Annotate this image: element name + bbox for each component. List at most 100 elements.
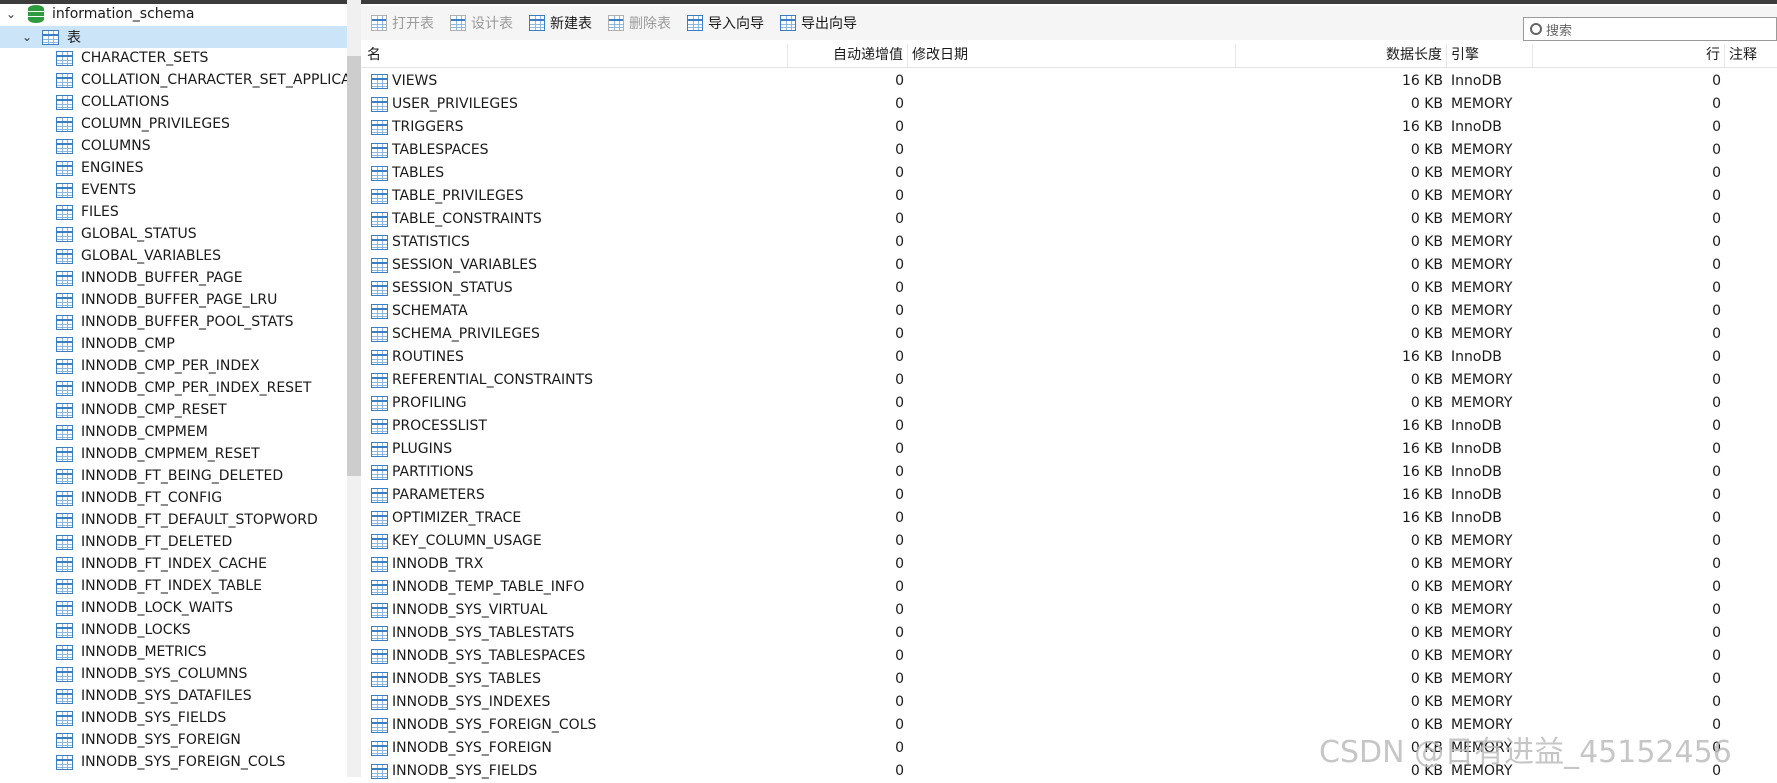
column-header-auto-increment[interactable]: 自动递增值 [788,44,908,67]
sidebar-scrollbar-thumb[interactable] [347,56,361,476]
cell-name: PROCESSLIST [371,415,487,438]
sidebar-table-item[interactable]: INNODB_FT_CONFIG [56,487,222,509]
sidebar-table-item[interactable]: INNODB_LOCK_WAITS [56,597,233,619]
cell-data-length: 0 KB [1410,372,1443,388]
table-row[interactable]: STATISTICS 0 0 KB MEMORY 0 [361,231,1777,254]
sidebar-table-item[interactable]: INNODB_BUFFER_PAGE_LRU [56,289,277,311]
table-row[interactable]: SESSION_VARIABLES 0 0 KB MEMORY 0 [361,254,1777,277]
sidebar-table-item[interactable]: INNODB_CMP_PER_INDEX_RESET [56,377,311,399]
cell-auto-increment: 0 [895,487,904,503]
sidebar-table-item[interactable]: COLLATION_CHARACTER_SET_APPLICABIL [56,69,347,91]
new-table-button[interactable]: 新建表 [529,13,592,33]
sidebar-table-item[interactable]: INNODB_METRICS [56,641,206,663]
table-row[interactable]: USER_PRIVILEGES 0 0 KB MEMORY 0 [361,93,1777,116]
cell-name: OPTIMIZER_TRACE [371,507,521,530]
sidebar-table-item[interactable]: INNODB_CMPMEM_RESET [56,443,260,465]
sidebar-table-item[interactable]: INNODB_FT_INDEX_CACHE [56,553,267,575]
export-icon [780,15,796,31]
chevron-down-icon[interactable]: ⌄ [20,30,34,44]
cell-data-length: 0 KB [1410,234,1443,250]
sidebar-table-item[interactable]: INNODB_CMP [56,333,175,355]
sidebar-table-item[interactable]: INNODB_FT_INDEX_TABLE [56,575,262,597]
sidebar-table-item[interactable]: INNODB_SYS_INDEXES [56,773,239,777]
table-row[interactable]: INNODB_SYS_INDEXES 0 0 KB MEMORY 0 [361,691,1777,714]
cell-name-text: TRIGGERS [392,119,464,135]
sidebar-table-item[interactable]: INNODB_CMPMEM [56,421,208,443]
table-row[interactable]: INNODB_TRX 0 0 KB MEMORY 0 [361,553,1777,576]
table-row[interactable]: PLUGINS 0 16 KB InnoDB 0 [361,438,1777,461]
table-row[interactable]: INNODB_SYS_TABLESPACES 0 0 KB MEMORY 0 [361,645,1777,668]
open-table-button[interactable]: 打开表 [371,13,434,33]
column-header-name[interactable]: 名 [367,44,788,67]
table-row[interactable]: TRIGGERS 0 16 KB InnoDB 0 [361,116,1777,139]
table-row[interactable]: PARTITIONS 0 16 KB InnoDB 0 [361,461,1777,484]
sidebar-table-item[interactable]: INNODB_BUFFER_POOL_STATS [56,311,294,333]
sidebar-table-item[interactable]: GLOBAL_STATUS [56,223,197,245]
chevron-down-icon[interactable]: ⌄ [4,7,18,21]
sidebar-table-item[interactable]: INNODB_SYS_FIELDS [56,707,226,729]
sidebar-table-item[interactable]: INNODB_BUFFER_PAGE [56,267,243,289]
table-row[interactable]: INNODB_SYS_TABLES 0 0 KB MEMORY 0 [361,668,1777,691]
sidebar-table-label: INNODB_FT_INDEX_CACHE [81,556,267,572]
table-row[interactable]: REFERENTIAL_CONSTRAINTS 0 0 KB MEMORY 0 [361,369,1777,392]
table-row[interactable]: VIEWS 0 16 KB InnoDB 0 [361,70,1777,93]
table-row[interactable]: TABLE_PRIVILEGES 0 0 KB MEMORY 0 [361,185,1777,208]
sidebar-table-item[interactable]: ENGINES [56,157,144,179]
delete-table-button[interactable]: 删除表 [608,13,671,33]
cell-name: USER_PRIVILEGES [371,93,518,116]
import-wizard-button[interactable]: 导入向导 [687,13,764,33]
sidebar-table-item[interactable]: INNODB_FT_DEFAULT_STOPWORD [56,509,318,531]
sidebar-table-item[interactable]: FILES [56,201,119,223]
table-row[interactable]: INNODB_TEMP_TABLE_INFO 0 0 KB MEMORY 0 [361,576,1777,599]
design-table-button[interactable]: 设计表 [450,13,513,33]
table-icon [371,303,388,319]
sidebar-table-item[interactable]: COLUMNS [56,135,151,157]
column-header-engine[interactable]: 引擎 [1447,44,1533,67]
sidebar-table-label: INNODB_CMP_PER_INDEX_RESET [81,380,312,396]
sidebar-table-item[interactable]: INNODB_LOCKS [56,619,191,641]
cell-name-text: OPTIMIZER_TRACE [392,510,522,526]
sidebar-table-item[interactable]: INNODB_CMP_PER_INDEX [56,355,260,377]
sidebar-table-label: INNODB_METRICS [81,644,207,660]
column-header-data-length[interactable]: 数据长度 [1236,44,1447,67]
table-icon [56,270,73,286]
export-wizard-button[interactable]: 导出向导 [780,13,857,33]
db-node-information-schema[interactable]: ⌄ information_schema [4,3,195,25]
sidebar-table-item[interactable]: GLOBAL_VARIABLES [56,245,221,267]
sidebar-table-item[interactable]: INNODB_SYS_DATAFILES [56,685,252,707]
table-row[interactable]: PARAMETERS 0 16 KB InnoDB 0 [361,484,1777,507]
cell-name: TRIGGERS [371,116,464,139]
table-row[interactable]: INNODB_SYS_VIRTUAL 0 0 KB MEMORY 0 [361,599,1777,622]
column-header-rows[interactable]: 行 [1533,44,1725,67]
sidebar-table-item[interactable]: INNODB_FT_DELETED [56,531,232,553]
table-row[interactable]: ROUTINES 0 16 KB InnoDB 0 [361,346,1777,369]
search-input[interactable]: 搜索 [1523,17,1777,41]
table-row[interactable]: SCHEMA_PRIVILEGES 0 0 KB MEMORY 0 [361,323,1777,346]
table-row[interactable]: TABLES 0 0 KB MEMORY 0 [361,162,1777,185]
sidebar-table-item[interactable]: INNODB_SYS_FOREIGN [56,729,241,751]
cell-engine: InnoDB [1451,510,1502,526]
tables-group-node[interactable]: ⌄ 表 [0,26,347,48]
column-header-comment[interactable]: 注释 [1725,44,1777,67]
table-row[interactable]: PROCESSLIST 0 16 KB InnoDB 0 [361,415,1777,438]
sidebar-table-item[interactable]: COLUMN_PRIVILEGES [56,113,230,135]
sidebar-table-item[interactable]: EVENTS [56,179,136,201]
sidebar-table-item[interactable]: INNODB_FT_BEING_DELETED [56,465,283,487]
table-row[interactable]: SESSION_STATUS 0 0 KB MEMORY 0 [361,277,1777,300]
table-row[interactable]: SCHEMATA 0 0 KB MEMORY 0 [361,300,1777,323]
sidebar-table-item[interactable]: CHARACTER_SETS [56,47,208,69]
table-row[interactable]: TABLESPACES 0 0 KB MEMORY 0 [361,139,1777,162]
sidebar-table-item[interactable]: INNODB_CMP_RESET [56,399,227,421]
sidebar-table-item[interactable]: COLLATIONS [56,91,169,113]
table-row[interactable]: KEY_COLUMN_USAGE 0 0 KB MEMORY 0 [361,530,1777,553]
table-row[interactable]: INNODB_SYS_TABLESTATS 0 0 KB MEMORY 0 [361,622,1777,645]
table-row[interactable]: PROFILING 0 0 KB MEMORY 0 [361,392,1777,415]
column-header-modified-date[interactable]: 修改日期 [908,44,1236,67]
sidebar-table-label: EVENTS [81,182,137,198]
table-row[interactable]: OPTIMIZER_TRACE 0 16 KB InnoDB 0 [361,507,1777,530]
sidebar-table-item[interactable]: INNODB_SYS_COLUMNS [56,663,247,685]
table-row[interactable]: TABLE_CONSTRAINTS 0 0 KB MEMORY 0 [361,208,1777,231]
sidebar-table-item[interactable]: INNODB_SYS_FOREIGN_COLS [56,751,285,773]
cell-engine: MEMORY [1451,579,1513,595]
new-table-icon [529,15,545,31]
